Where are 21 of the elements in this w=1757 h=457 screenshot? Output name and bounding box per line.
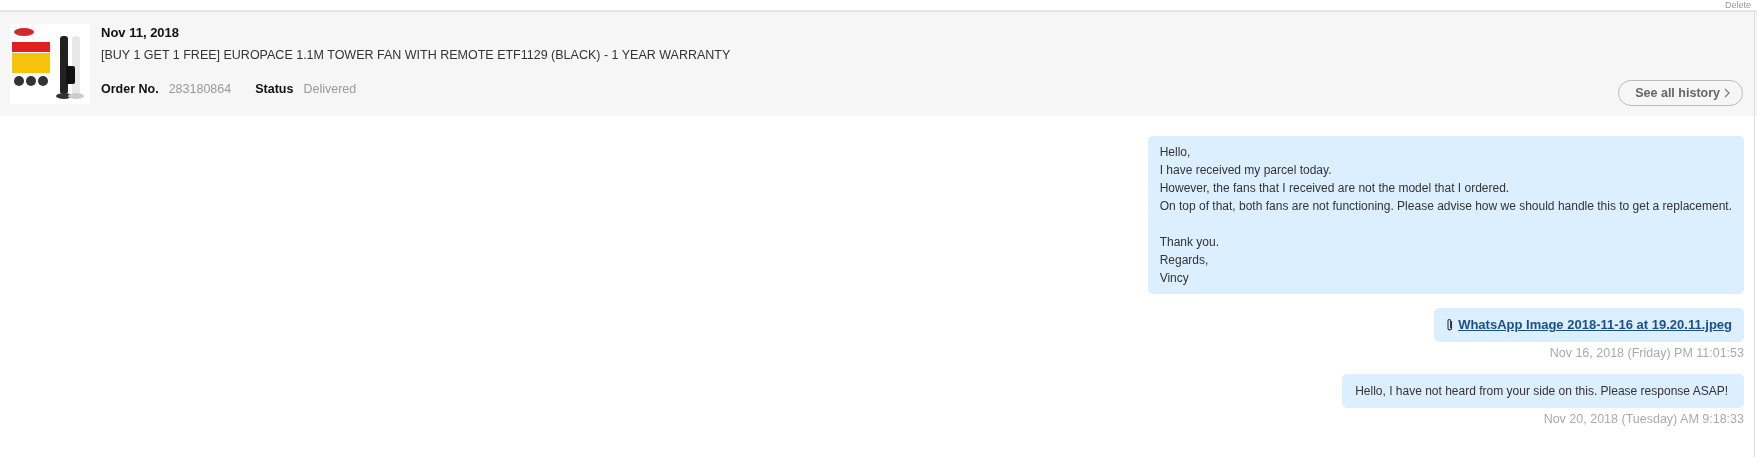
paperclip-icon bbox=[1446, 318, 1455, 332]
message-time: Nov 20, 2018 (Tuesday) AM 9:18:33 bbox=[1543, 412, 1744, 426]
order-date: Nov 11, 2018 bbox=[101, 25, 181, 40]
message-text: Vincy bbox=[1159, 270, 1190, 287]
message-text: However, the fans that I received are not the model that I ordered. bbox=[1159, 180, 1511, 197]
order-number-label: Order No. bbox=[101, 82, 159, 96]
status-label: Status bbox=[255, 82, 294, 96]
message-text: Thank you. bbox=[1159, 234, 1220, 251]
product-title: [BUY 1 GET 1 FREE] EUROPACE 1.1M TOWER FAN WITH REMOTE ETF1129 (BLACK) - 1 YEAR WARRANTY bbox=[101, 48, 731, 62]
order-number: 283180864 bbox=[168, 82, 232, 96]
message-time: Nov 16, 2018 (Friday) PM 11:01:53 bbox=[1549, 346, 1744, 360]
message-text: Hello, I have not heard from your side on this. Please response ASAP! bbox=[1355, 383, 1728, 400]
order-status: Delivered bbox=[303, 82, 357, 96]
attachment-link[interactable]: WhatsApp Image 2018-11-16 at 19.20.11.jpeg bbox=[1458, 316, 1732, 334]
message-text: Regards, bbox=[1159, 252, 1210, 269]
message-text: On top of that, both fans are not functioning. Please advise how we should handle this to get a replacement. bbox=[1159, 198, 1732, 215]
see-all-history-button[interactable]: See all history bbox=[1618, 80, 1743, 106]
chevron-right-icon bbox=[1724, 88, 1730, 98]
delete-link[interactable]: Delete bbox=[1725, 0, 1751, 10]
message-text: Hello, bbox=[1159, 144, 1192, 161]
message-text: I have received my parcel today. bbox=[1159, 162, 1333, 179]
